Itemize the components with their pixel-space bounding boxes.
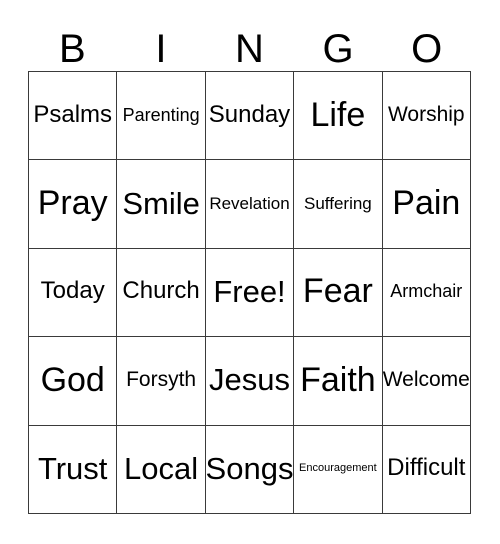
bingo-cell-b1[interactable]: Psalms xyxy=(29,72,118,161)
bingo-cell-n5[interactable]: Songs xyxy=(205,425,295,514)
bingo-cell-label: Jesus xyxy=(209,362,290,398)
bingo-cell-label: Psalms xyxy=(33,100,113,128)
bingo-cell-n3[interactable]: Free! xyxy=(205,248,295,338)
bingo-cell-label: Church xyxy=(122,277,200,305)
bingo-header-letter-n: N xyxy=(235,27,264,71)
bingo-cell-label: Parenting xyxy=(122,104,200,125)
bingo-cell-label: Revelation xyxy=(209,193,290,213)
bingo-cell-i4[interactable]: Forsyth xyxy=(117,337,206,426)
bingo-cell-label: Pain xyxy=(392,184,461,223)
bingo-cell-label: Life xyxy=(310,95,366,134)
bingo-cell-g1[interactable]: Life xyxy=(294,72,383,161)
bingo-cell-label: Smile xyxy=(122,185,200,221)
bingo-cell-label: Free! xyxy=(213,273,286,309)
bingo-cell-o5[interactable]: Difficult xyxy=(382,425,471,514)
bingo-cell-label: Forsyth xyxy=(126,368,197,392)
bingo-grid: Psalms Parenting Sunday Life Worship Pra… xyxy=(28,71,471,514)
bingo-cell-o3[interactable]: Armchair xyxy=(382,248,471,338)
bingo-cell-b5[interactable]: Trust xyxy=(29,425,118,514)
bingo-cell-g3[interactable]: Fear xyxy=(294,248,383,338)
bingo-card: B I N G O Psalms Parenting Sunday Life W… xyxy=(0,0,500,544)
bingo-cell-label: Today xyxy=(40,277,105,305)
bingo-cell-b3[interactable]: Today xyxy=(29,248,118,338)
bingo-header-row: B I N G O xyxy=(28,18,471,71)
bingo-cell-label: Fear xyxy=(302,272,373,311)
bingo-cell-label: Faith xyxy=(300,360,376,399)
bingo-header-letter-g: G xyxy=(322,27,354,71)
bingo-cell-label: Worship xyxy=(387,103,465,127)
bingo-cell-b2[interactable]: Pray xyxy=(29,160,118,249)
bingo-cell-label: Sunday xyxy=(208,100,291,128)
bingo-cell-i2[interactable]: Smile xyxy=(117,160,206,249)
bingo-cell-label: Trust xyxy=(37,450,108,486)
bingo-cell-label: Suffering xyxy=(304,193,372,213)
bingo-cell-n1[interactable]: Sunday xyxy=(205,72,295,161)
bingo-header-letter-i: I xyxy=(155,27,167,71)
bingo-cell-label: Difficult xyxy=(387,454,466,482)
bingo-cell-n2[interactable]: Revelation xyxy=(205,160,295,249)
bingo-cell-g2[interactable]: Suffering xyxy=(294,160,383,249)
bingo-cell-b4[interactable]: God xyxy=(29,337,118,426)
bingo-cell-label: Pray xyxy=(37,184,108,223)
bingo-cell-label: God xyxy=(40,360,105,399)
bingo-cell-i1[interactable]: Parenting xyxy=(117,72,206,161)
bingo-cell-o4[interactable]: Welcome xyxy=(382,337,471,426)
bingo-cell-o2[interactable]: Pain xyxy=(382,160,471,249)
bingo-cell-label: Welcome xyxy=(382,368,470,392)
bingo-cell-label: Songs xyxy=(205,450,294,486)
bingo-cell-i5[interactable]: Local xyxy=(117,425,206,514)
bingo-cell-i3[interactable]: Church xyxy=(117,248,206,338)
bingo-cell-g4[interactable]: Faith xyxy=(294,337,383,426)
bingo-cell-label: Armchair xyxy=(390,281,463,302)
bingo-header-letter-o: O xyxy=(411,27,443,71)
bingo-cell-g5[interactable]: Encouragement xyxy=(294,425,383,514)
bingo-header-letter-b: B xyxy=(58,27,86,71)
bingo-cell-o1[interactable]: Worship xyxy=(382,72,471,161)
bingo-cell-label: Local xyxy=(124,450,199,486)
bingo-cell-n4[interactable]: Jesus xyxy=(205,337,295,426)
bingo-cell-label: Encouragement xyxy=(299,461,377,474)
